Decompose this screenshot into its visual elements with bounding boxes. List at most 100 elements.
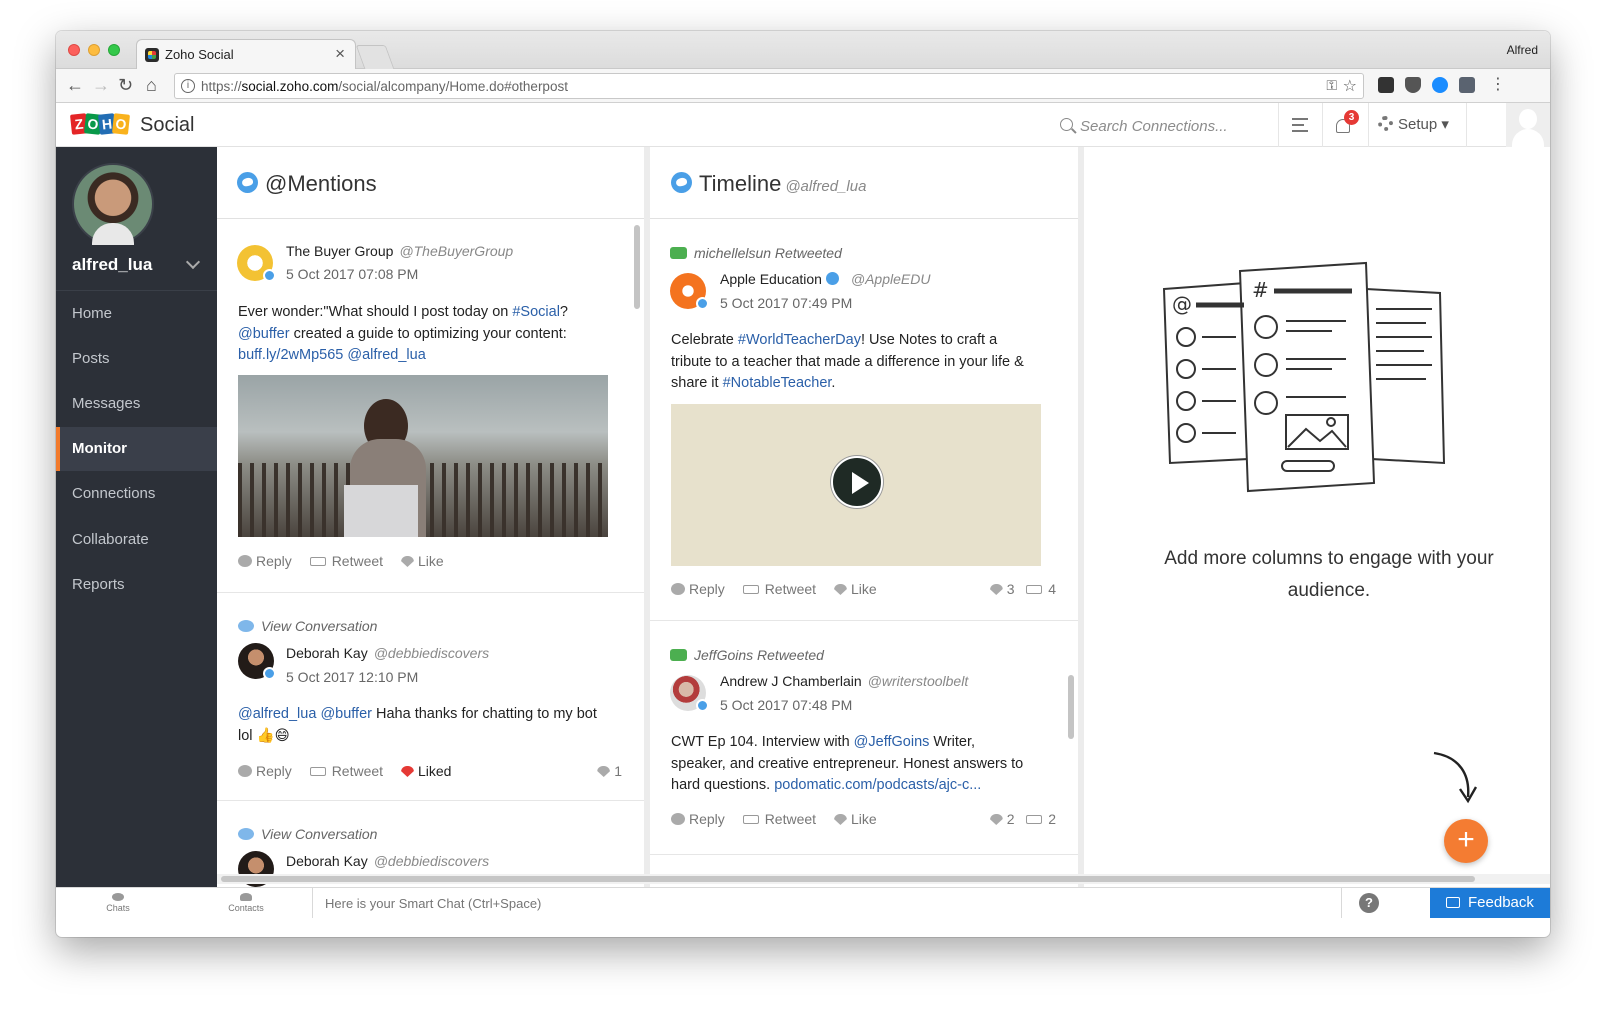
forward-arrow-icon[interactable]: → — [92, 75, 110, 95]
new-tab-button[interactable] — [355, 45, 395, 69]
url-link[interactable]: buff.ly/2wMp565 — [238, 347, 343, 363]
extension-icon[interactable] — [1432, 77, 1448, 93]
sidebar-item-home[interactable]: Home — [56, 292, 217, 336]
info-icon[interactable]: i — [181, 79, 195, 93]
liked-button[interactable]: Liked — [400, 763, 451, 779]
conversation-icon — [238, 620, 254, 632]
add-column-panel: @ # Add more columns to engage with your… — [1084, 147, 1550, 887]
heart-icon — [833, 814, 847, 825]
user-avatar[interactable] — [1506, 103, 1550, 149]
retweet-button[interactable]: Retweet — [742, 811, 816, 827]
sidebar-item-reports[interactable]: Reports — [56, 563, 217, 607]
mention-link[interactable]: @buffer — [320, 706, 372, 722]
add-column-button[interactable]: + — [1444, 819, 1488, 863]
retweet-button[interactable]: Retweet — [742, 581, 816, 597]
play-button[interactable] — [831, 456, 883, 508]
mention-link[interactable]: @JeffGoins — [854, 734, 930, 750]
buffer-extension-icon[interactable] — [1378, 77, 1394, 93]
post-text: @alfred_lua @buffer Haha thanks for chat… — [238, 706, 597, 744]
view-conversation-link[interactable]: View Conversation — [238, 826, 377, 842]
extension-icon[interactable] — [1459, 77, 1475, 93]
help-icon[interactable]: ? — [1359, 893, 1379, 913]
post-time[interactable]: 5 Oct 2017 12:10 PM — [286, 669, 418, 685]
reload-icon[interactable]: ↻ — [118, 75, 133, 95]
list-item: View Conversation Deborah Kay @debbiedisc… — [217, 593, 644, 801]
browser-profile-name[interactable]: Alfred — [1507, 43, 1538, 57]
post-time[interactable]: 5 Oct 2017 07:48 PM — [720, 697, 852, 713]
like-button[interactable]: Like — [400, 553, 444, 569]
sidebar-item-connections[interactable]: Connections — [56, 472, 217, 516]
pocket-extension-icon[interactable] — [1405, 77, 1421, 93]
profile-avatar[interactable] — [72, 163, 154, 245]
column-header: Timeline @alfred_lua — [650, 147, 1078, 219]
browser-tab[interactable]: Zoho Social × — [136, 39, 356, 70]
hashtag-link[interactable]: #WorldTeacherDay — [738, 332, 861, 348]
like-button[interactable]: Like — [833, 581, 877, 597]
reply-button[interactable]: Reply — [671, 581, 725, 597]
hashtag-link[interactable]: #Social — [512, 304, 560, 320]
like-button[interactable]: Like — [833, 811, 877, 827]
search-input[interactable] — [1080, 115, 1270, 137]
close-window-button[interactable] — [68, 44, 80, 56]
zoho-logo[interactable]: ZOHO — [69, 113, 131, 136]
scrollbar-thumb[interactable] — [221, 876, 1475, 882]
bookmark-star-icon[interactable]: ☆ — [1343, 76, 1357, 96]
key-icon[interactable]: ⚿ — [1326, 77, 1337, 94]
mention-link[interactable]: @alfred_lua — [347, 347, 425, 363]
post-time[interactable]: 5 Oct 2017 07:49 PM — [720, 295, 852, 311]
close-icon[interactable]: × — [335, 44, 345, 64]
retweet-button[interactable]: Retweet — [309, 553, 383, 569]
reply-icon — [238, 555, 252, 567]
author-name[interactable]: Apple Education @AppleEDU — [720, 271, 930, 287]
chevron-down-icon[interactable] — [185, 254, 201, 270]
reply-button[interactable]: Reply — [238, 553, 292, 569]
column-title: @Mentions — [265, 171, 377, 196]
like-count: 1 — [597, 763, 622, 779]
notifications-button[interactable]: 3 — [1334, 110, 1359, 137]
author-name[interactable]: The Buyer Group @TheBuyerGroup — [286, 243, 513, 259]
reply-button[interactable]: Reply — [671, 811, 725, 827]
home-icon[interactable]: ⌂ — [146, 75, 157, 95]
sidebar-item-messages[interactable]: Messages — [56, 382, 217, 426]
search-connections[interactable] — [1056, 115, 1270, 137]
author-name[interactable]: Deborah Kay @debbiediscovers — [286, 853, 489, 869]
post-video[interactable] — [671, 404, 1041, 566]
url-text[interactable]: https://social.zoho.com/social/alcompany… — [201, 79, 568, 94]
view-conversation-link[interactable]: View Conversation — [238, 618, 377, 634]
sidebar-item-posts[interactable]: Posts — [56, 337, 217, 381]
author-name[interactable]: Andrew J Chamberlain @writerstoolbelt — [720, 673, 968, 689]
author-name[interactable]: Deborah Kay @debbiediscovers — [286, 645, 489, 661]
more-menu-icon[interactable]: ⋮ — [1490, 75, 1506, 95]
back-arrow-icon[interactable]: ← — [66, 75, 84, 95]
contacts-button[interactable]: Contacts — [180, 888, 312, 918]
post-time[interactable]: 5 Oct 2017 07:08 PM — [286, 266, 418, 282]
chat-icon — [112, 893, 124, 901]
hash-sign-glyph: # — [1252, 278, 1269, 302]
hashtag-link[interactable]: #NotableTeacher — [723, 375, 832, 391]
feedback-button[interactable]: Feedback — [1430, 888, 1550, 918]
heart-icon — [597, 766, 611, 777]
url-link[interactable]: podomatic.com/podcasts/ajc-c... — [774, 777, 981, 793]
mention-link[interactable]: @alfred_lua — [238, 706, 316, 722]
columns-illustration: @ # — [1162, 261, 1446, 493]
chats-button[interactable]: Chats — [56, 888, 180, 918]
retweet-button[interactable]: Retweet — [309, 763, 383, 779]
mention-link[interactable]: @buffer — [238, 326, 290, 342]
minimize-window-button[interactable] — [88, 44, 100, 56]
post-image[interactable] — [238, 375, 608, 537]
horizontal-scrollbar[interactable] — [217, 874, 1550, 884]
maximize-window-button[interactable] — [108, 44, 120, 56]
hamburger-menu-icon[interactable] — [1292, 118, 1308, 132]
setup-menu[interactable]: Setup ▾ — [1378, 115, 1449, 133]
sidebar-item-collaborate[interactable]: Collaborate — [56, 518, 217, 562]
reply-button[interactable]: Reply — [238, 763, 292, 779]
retweeted-by[interactable]: JeffGoins Retweeted — [670, 647, 824, 663]
sidebar-item-monitor[interactable]: Monitor — [56, 427, 217, 471]
retweet-icon — [742, 815, 759, 824]
heart-icon — [400, 766, 414, 777]
smart-chat-input[interactable] — [312, 888, 1342, 918]
address-bar[interactable]: i https://social.zoho.com/social/alcompa… — [174, 73, 1364, 99]
retweeted-by[interactable]: michellelsun Retweeted — [670, 245, 842, 261]
list-item: JeffGoins Retweeted Andrew J Chamberlain… — [650, 621, 1078, 855]
sidebar-username[interactable]: alfred_lua — [72, 255, 152, 275]
